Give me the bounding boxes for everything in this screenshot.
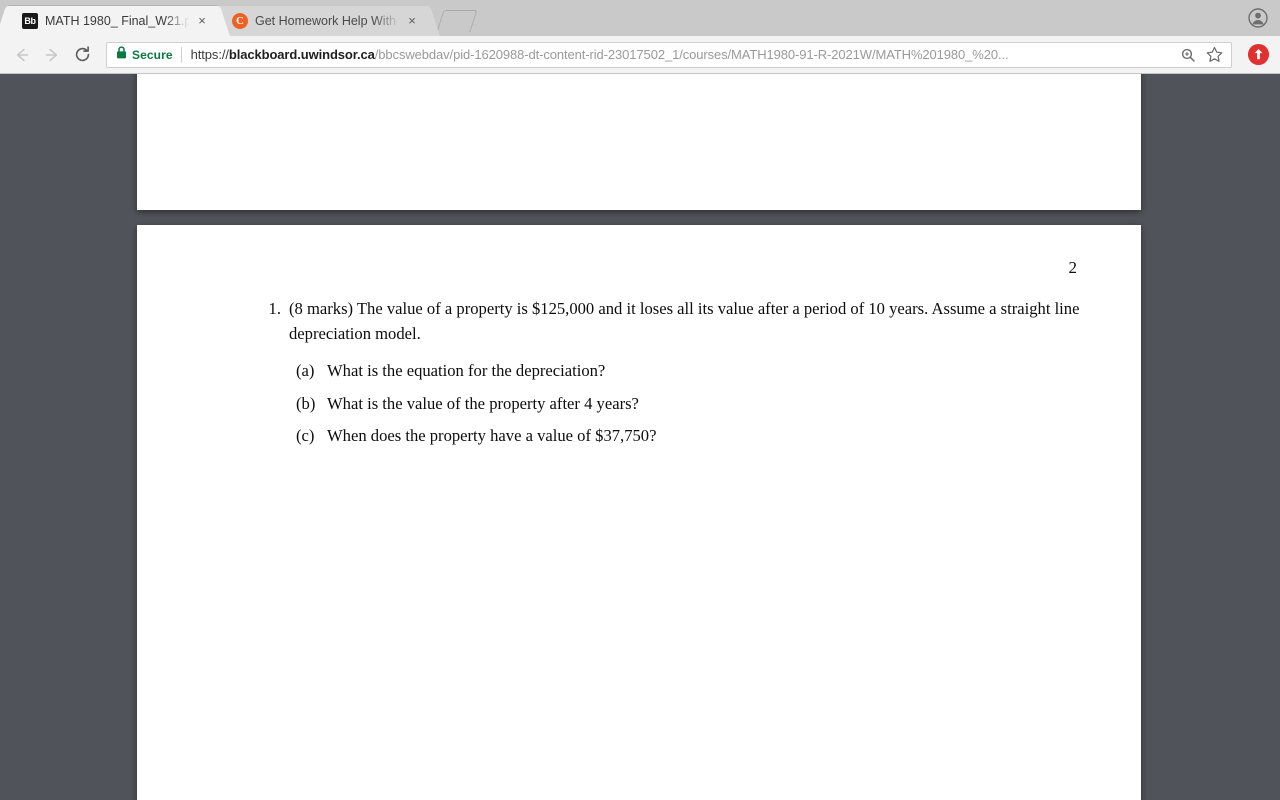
page-number: 2 — [1068, 258, 1078, 277]
blackboard-icon: Bb — [22, 13, 38, 29]
address-bar[interactable]: Secure https://blackboard.uwindsor.ca/bb… — [106, 41, 1232, 68]
subquestion-label: (c) — [296, 426, 315, 445]
browser-window: Bb MATH 1980_ Final_W21.pdf × C Get Home… — [0, 0, 1280, 800]
subquestion-a: (a) What is the equation for the depreci… — [296, 359, 1089, 384]
back-button[interactable] — [8, 41, 36, 69]
tab-close-icon[interactable]: × — [404, 13, 420, 29]
subquestion-label: (a) — [296, 361, 315, 380]
url-path: /bbcswebdav/pid-1620988-dt-content-rid-2… — [374, 46, 1009, 62]
security-label: Secure — [132, 47, 173, 62]
zoom-icon[interactable] — [1175, 43, 1201, 67]
tab-close-icon[interactable]: × — [194, 13, 210, 29]
subquestion-text: What is the equation for the depreciatio… — [327, 361, 606, 380]
pdf-page-current: 2 1. (8 marks) The value of a property i… — [137, 225, 1141, 800]
browser-toolbar: Secure https://blackboard.uwindsor.ca/bb… — [0, 36, 1280, 74]
tab-strip: Bb MATH 1980_ Final_W21.pdf × C Get Home… — [0, 0, 1280, 36]
document-content: 1. (8 marks) The value of a property is … — [259, 297, 1089, 457]
tab-chegg-homework-help[interactable]: C Get Homework Help With Che × — [218, 6, 428, 36]
security-indicator[interactable]: Secure — [116, 45, 182, 64]
star-icon[interactable] — [1201, 43, 1227, 67]
url-text: https://blackboard.uwindsor.ca/bbcswebda… — [191, 47, 1175, 63]
profile-avatar-icon[interactable] — [1246, 6, 1270, 30]
new-tab-button[interactable] — [436, 10, 478, 32]
lock-icon — [116, 45, 127, 64]
subquestion-list: (a) What is the equation for the depreci… — [259, 359, 1089, 449]
subquestion-label: (b) — [296, 393, 316, 413]
forward-button[interactable] — [38, 41, 66, 69]
question-text: (8 marks) The value of a property is $12… — [289, 299, 1080, 343]
subquestion-text: What is the value of the property after … — [327, 393, 639, 413]
extension-upload-icon[interactable] — [1244, 41, 1272, 69]
url-scheme: https:// — [190, 46, 229, 62]
url-host: blackboard.uwindsor.ca — [228, 46, 375, 62]
tab-title: Get Homework Help With Che — [255, 14, 400, 28]
tab-math-final-pdf[interactable]: Bb MATH 1980_ Final_W21.pdf × — [8, 6, 218, 36]
subquestion-text: When does the property have a value of $… — [327, 426, 657, 445]
subquestion-b: (b) What is the value of the property af… — [296, 392, 1089, 417]
pdf-viewer[interactable]: 2 1. (8 marks) The value of a property i… — [0, 74, 1280, 800]
chegg-icon: C — [232, 13, 248, 29]
tab-title: MATH 1980_ Final_W21.pdf — [45, 14, 190, 28]
question-1: 1. (8 marks) The value of a property is … — [259, 297, 1089, 346]
pdf-page-previous — [137, 74, 1141, 210]
subquestion-c: (c) When does the property have a value … — [296, 424, 1089, 449]
reload-button[interactable] — [68, 41, 96, 69]
question-number: 1. — [268, 299, 281, 318]
